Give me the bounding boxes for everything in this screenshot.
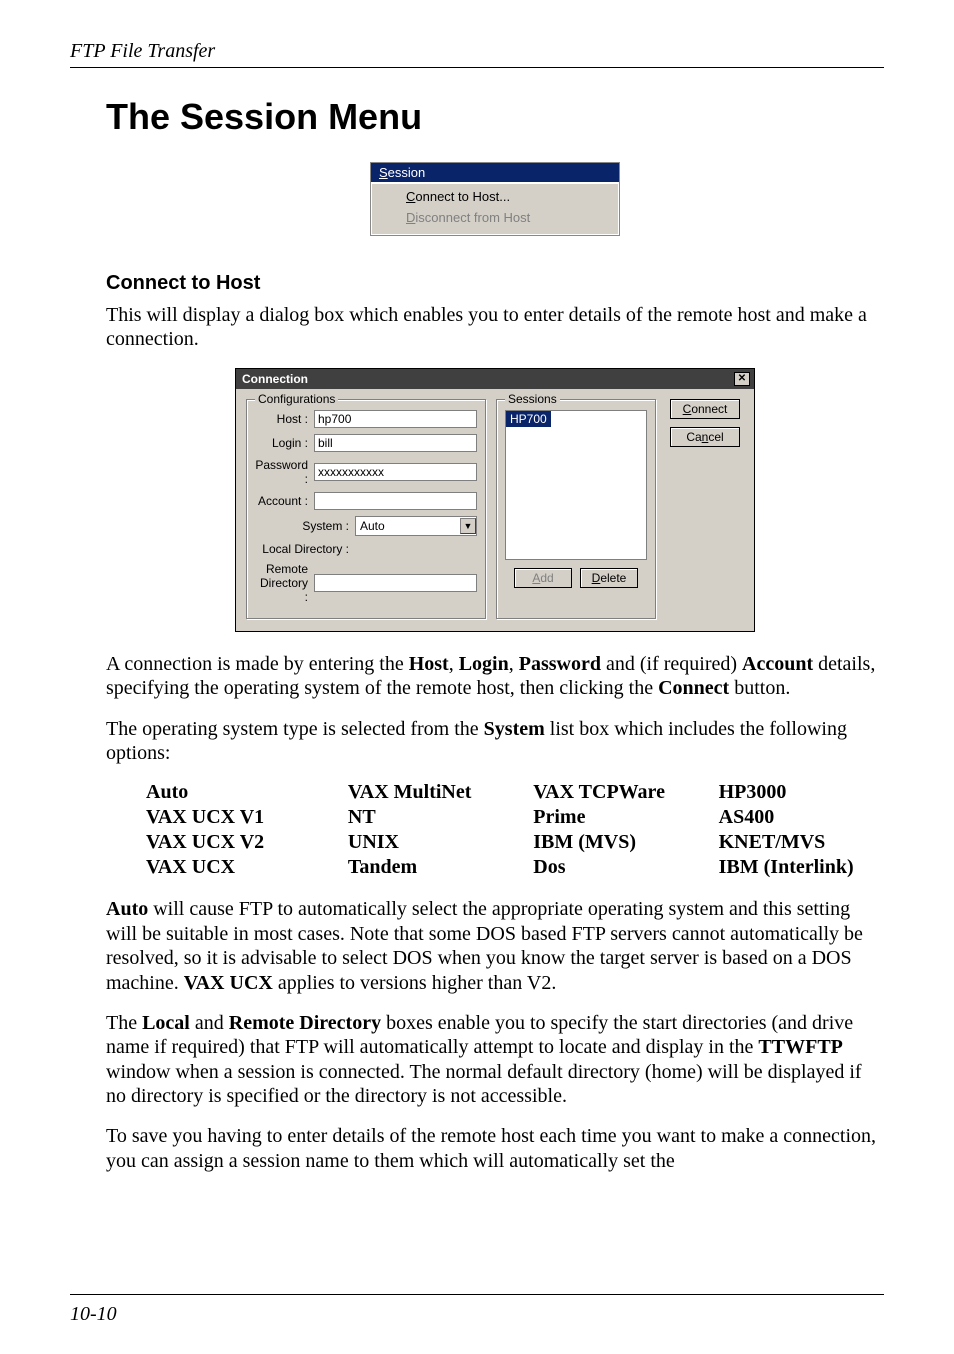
dialog-body: Configurations Host : Login : Password : xyxy=(236,389,754,631)
connect-button[interactable]: Connect xyxy=(670,399,740,419)
session-menu: Session Connect to Host... Disconnect fr… xyxy=(370,162,620,236)
menu-item-connect[interactable]: Connect to Host... xyxy=(374,186,616,207)
option-cell: IBM (MVS) xyxy=(533,831,698,854)
auto-explain-paragraph: Auto will cause FTP to automatically sel… xyxy=(106,897,884,995)
directories-paragraph: The Local and Remote Directory boxes ena… xyxy=(106,1011,884,1109)
connection-details-paragraph: A connection is made by entering the Hos… xyxy=(106,652,884,701)
menu-body: Connect to Host... Disconnect from Host xyxy=(371,182,619,235)
option-cell: VAX MultiNet xyxy=(348,781,513,804)
content-column: The Session Menu Session Connect to Host… xyxy=(70,96,884,1173)
option-cell: KNET/MVS xyxy=(719,831,884,854)
running-header: FTP File Transfer xyxy=(70,40,884,63)
system-label: System : xyxy=(255,519,355,533)
option-cell: UNIX xyxy=(348,831,513,854)
connection-dialog-figure: Connection ✕ Configurations Host : Login… xyxy=(106,368,884,632)
configurations-legend: Configurations xyxy=(255,392,338,406)
menu-item-disconnect: Disconnect from Host xyxy=(374,207,616,228)
connection-dialog: Connection ✕ Configurations Host : Login… xyxy=(235,368,755,632)
session-menu-figure: Session Connect to Host... Disconnect fr… xyxy=(106,162,884,236)
cancel-button[interactable]: Cancel xyxy=(670,427,740,447)
password-input[interactable] xyxy=(314,463,477,481)
system-selected-value: Auto xyxy=(360,519,385,533)
dialog-title: Connection xyxy=(242,372,308,386)
option-cell: VAX UCX xyxy=(146,856,328,879)
menu-titlebar[interactable]: Session xyxy=(371,163,619,182)
page-title: The Session Menu xyxy=(106,96,884,138)
option-cell: HP3000 xyxy=(719,781,884,804)
page: FTP File Transfer The Session Menu Sessi… xyxy=(0,0,954,1354)
option-cell: IBM (Interlink) xyxy=(719,856,884,879)
configurations-group: Configurations Host : Login : Password : xyxy=(246,399,486,619)
dialog-titlebar[interactable]: Connection ✕ xyxy=(236,369,754,389)
option-cell: NT xyxy=(348,806,513,829)
sessions-group: Sessions HP700 Add Delete xyxy=(496,399,656,619)
session-item-hp700[interactable]: HP700 xyxy=(506,411,551,427)
host-label: Host : xyxy=(255,412,314,426)
page-number: 10-10 xyxy=(70,1303,884,1326)
chevron-down-icon[interactable]: ▼ xyxy=(460,518,476,534)
dialog-button-column: Connect Cancel xyxy=(666,399,744,619)
header-rule xyxy=(70,67,884,68)
login-label: Login : xyxy=(255,436,314,450)
host-input[interactable] xyxy=(314,410,477,428)
remotedir-input[interactable] xyxy=(314,574,477,592)
footer: 10-10 xyxy=(70,1294,884,1326)
option-cell: Auto xyxy=(146,781,328,804)
option-cell: VAX TCPWare xyxy=(533,781,698,804)
add-button: Add xyxy=(514,568,572,588)
option-cell: AS400 xyxy=(719,806,884,829)
system-select[interactable]: Auto ▼ xyxy=(355,516,477,536)
footer-rule xyxy=(70,1294,884,1295)
sessions-listbox[interactable]: HP700 xyxy=(505,410,647,560)
session-name-paragraph: To save you having to enter details of t… xyxy=(106,1124,884,1173)
login-input[interactable] xyxy=(314,434,477,452)
system-options-table: Auto VAX MultiNet VAX TCPWare HP3000 VAX… xyxy=(146,781,884,879)
password-label: Password : xyxy=(255,458,314,486)
account-label: Account : xyxy=(255,494,314,508)
account-input[interactable] xyxy=(314,492,477,510)
delete-button[interactable]: Delete xyxy=(580,568,638,588)
close-icon[interactable]: ✕ xyxy=(734,372,750,386)
intro-paragraph: This will display a dialog box which ena… xyxy=(106,303,884,352)
option-cell: VAX UCX V2 xyxy=(146,831,328,854)
option-cell: VAX UCX V1 xyxy=(146,806,328,829)
option-cell: Prime xyxy=(533,806,698,829)
sessions-legend: Sessions xyxy=(505,392,560,406)
system-listbox-paragraph: The operating system type is selected fr… xyxy=(106,717,884,766)
subheading-connect: Connect to Host xyxy=(106,272,884,295)
option-cell: Dos xyxy=(533,856,698,879)
localdir-label: Local Directory : xyxy=(255,542,355,556)
remotedir-label: Remote Directory : xyxy=(255,562,314,604)
option-cell: Tandem xyxy=(348,856,513,879)
